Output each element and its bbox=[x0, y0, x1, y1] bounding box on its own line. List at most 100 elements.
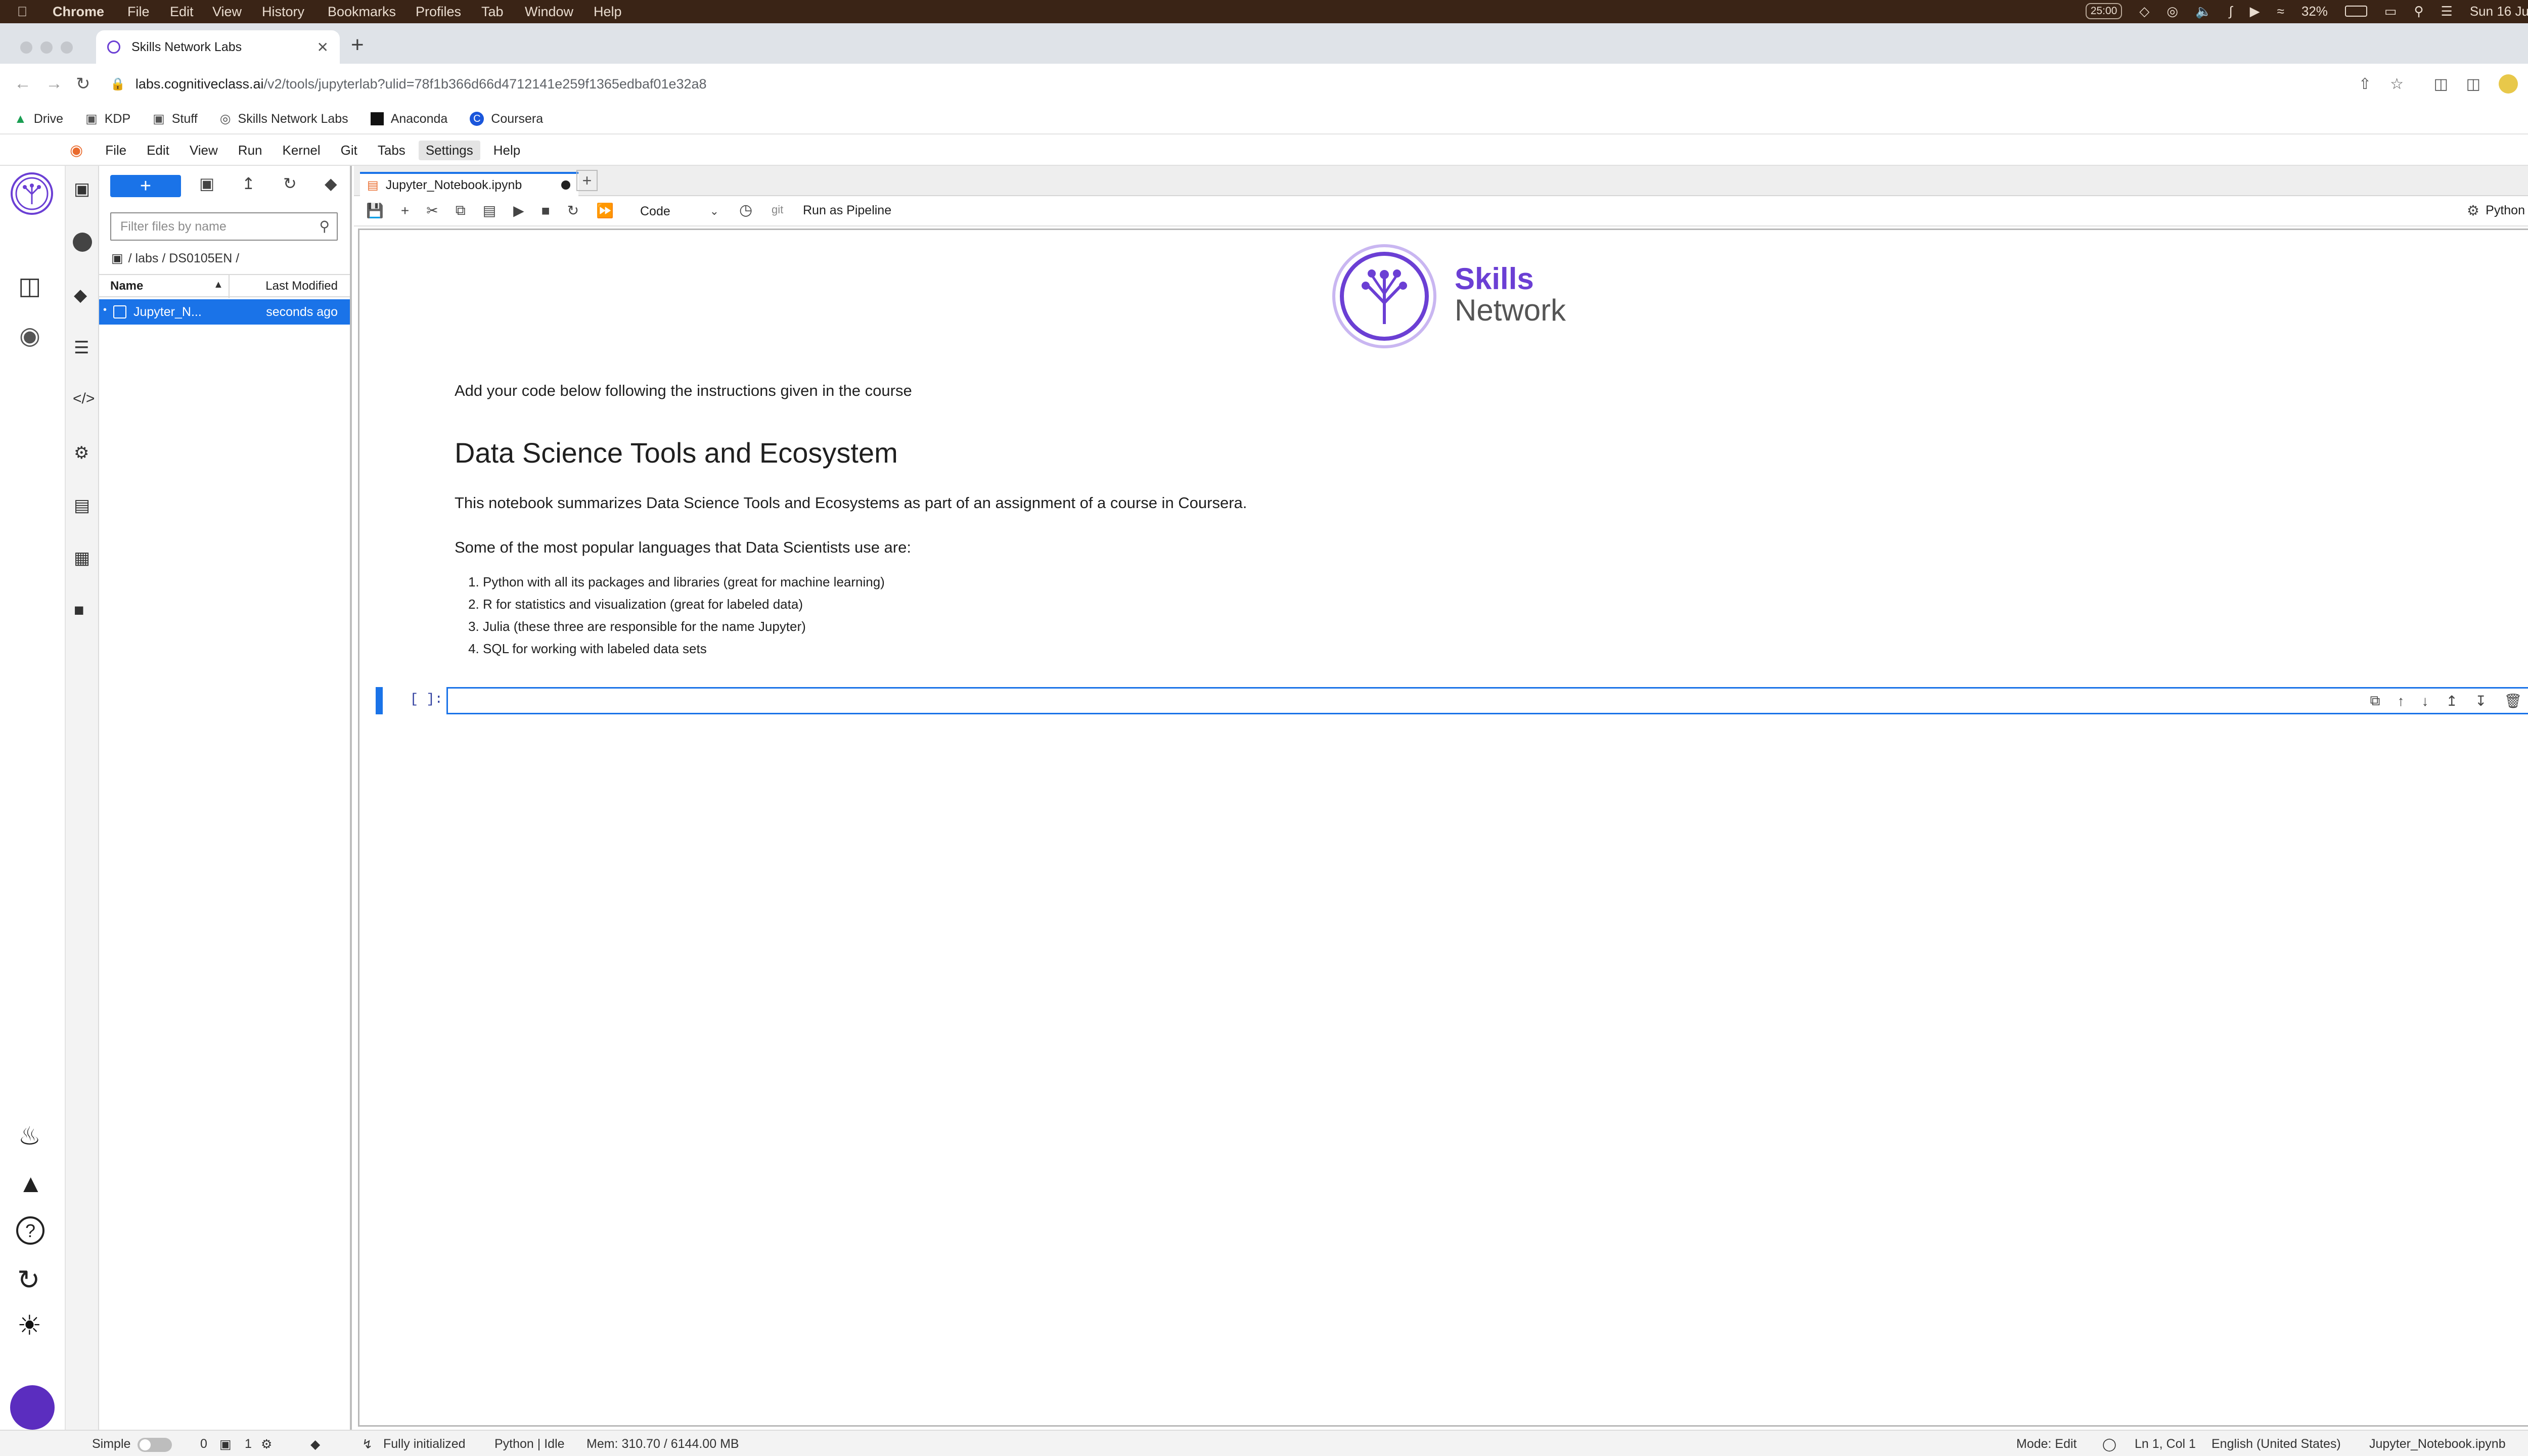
upload-icon[interactable]: ↥ bbox=[242, 174, 255, 193]
bookmark-skills-network-labs[interactable]: ◎ Skills Network Labs bbox=[220, 111, 348, 126]
timer-badge[interactable]: 25:00 bbox=[2085, 3, 2123, 19]
table-of-contents-icon[interactable]: ☰ bbox=[74, 338, 89, 358]
fast-forward-icon[interactable]: ⏩ bbox=[596, 202, 614, 219]
kernel-name[interactable]: Python bbox=[2486, 203, 2525, 218]
restart-icon[interactable]: ↻ bbox=[567, 202, 579, 219]
search-icon[interactable]: ⚲ bbox=[2414, 4, 2423, 19]
back-arrow-icon[interactable]: ← bbox=[14, 74, 31, 94]
battery-icon[interactable] bbox=[2344, 6, 2367, 17]
save-icon[interactable]: 💾 bbox=[366, 202, 384, 219]
move-up-icon[interactable]: ↑ bbox=[2398, 693, 2405, 709]
menubar-edit[interactable]: Edit bbox=[170, 4, 194, 20]
wifi-icon[interactable]: ≈ bbox=[2277, 4, 2284, 19]
bookmark-drive[interactable]: ▲ Drive bbox=[14, 112, 63, 126]
menubar-view[interactable]: View bbox=[212, 4, 242, 20]
menubar-app-name[interactable]: Chrome bbox=[53, 4, 104, 20]
code-cell-editor[interactable]: ⧉ ↑ ↓ ↥ ↧ 🗑 bbox=[446, 687, 2528, 714]
lightbulb-icon[interactable]: ◉ bbox=[19, 322, 40, 350]
tab-close-icon[interactable]: ✕ bbox=[317, 39, 329, 56]
jupyter-menu-git[interactable]: Git bbox=[334, 141, 365, 160]
extensions-icon[interactable]: ◫ bbox=[2434, 75, 2448, 93]
jupyter-menu-view[interactable]: View bbox=[183, 141, 225, 160]
property-inspector-icon[interactable]: ▤ bbox=[74, 495, 90, 516]
new-launcher-button[interactable]: + bbox=[110, 175, 181, 197]
cut-icon[interactable]: ✂ bbox=[426, 202, 438, 219]
insert-cell-icon[interactable]: + bbox=[401, 203, 409, 219]
editor-mode[interactable]: Mode: Edit bbox=[2016, 1437, 2077, 1451]
bookmark-coursera[interactable]: C Coursera bbox=[470, 112, 543, 126]
git-clone-icon[interactable]: ◆ bbox=[325, 174, 337, 193]
skills-network-logo-icon[interactable] bbox=[10, 172, 54, 215]
apple-icon[interactable]:  bbox=[17, 4, 27, 20]
settings-gear-icon[interactable]: ⚙ bbox=[74, 443, 89, 463]
terminals-count[interactable]: 0 bbox=[200, 1437, 207, 1451]
jupyter-menu-settings[interactable]: Settings bbox=[418, 140, 480, 160]
extension-manager-icon[interactable]: ▦ bbox=[74, 548, 90, 568]
copy-icon[interactable]: ⧉ bbox=[456, 202, 466, 219]
menubar-help[interactable]: Help bbox=[594, 4, 622, 20]
share-icon[interactable]: ⇧ bbox=[2359, 75, 2371, 93]
unsaved-indicator-icon[interactable] bbox=[561, 180, 570, 190]
paste-icon[interactable]: ▤ bbox=[483, 202, 496, 219]
screen-mirroring-icon[interactable]: ▭ bbox=[2384, 4, 2397, 19]
new-folder-icon[interactable]: ▣ bbox=[199, 174, 214, 193]
user-avatar[interactable] bbox=[10, 1385, 55, 1430]
folder-icon[interactable]: ▣ bbox=[74, 179, 90, 199]
jupyter-menu-file[interactable]: File bbox=[98, 141, 133, 160]
menubar-profiles[interactable]: Profiles bbox=[416, 4, 461, 20]
jupyter-menu-run[interactable]: Run bbox=[231, 141, 269, 160]
kernel-settings-icon[interactable]: ⚙ bbox=[2467, 202, 2479, 219]
spellcheck-language[interactable]: English (United States) bbox=[2211, 1437, 2341, 1451]
menubar-datetime[interactable]: Sun 16 Jul 21:29 bbox=[2470, 4, 2528, 19]
file-list-item[interactable]: • Jupyter_N... seconds ago bbox=[99, 299, 350, 325]
column-modified-header[interactable]: Last Modified bbox=[265, 279, 338, 293]
volume-icon[interactable]: 🔈 bbox=[2195, 4, 2211, 19]
jupyter-menu-kernel[interactable]: Kernel bbox=[276, 141, 328, 160]
running-kernels-icon[interactable] bbox=[73, 233, 92, 252]
home-folder-icon[interactable]: ▣ bbox=[111, 251, 123, 266]
control-center-icon[interactable]: ☰ bbox=[2441, 4, 2453, 19]
menubar-tab[interactable]: Tab bbox=[481, 4, 504, 20]
git-branch-icon[interactable]: ◆ bbox=[310, 1437, 320, 1452]
new-launcher-tab-button[interactable]: + bbox=[576, 170, 598, 191]
reload-icon[interactable]: ↻ bbox=[76, 74, 91, 94]
status-icon[interactable]: ▶ bbox=[2250, 4, 2260, 19]
menubar-bookmarks[interactable]: Bookmarks bbox=[328, 4, 396, 20]
sync-icon[interactable]: ↻ bbox=[17, 1264, 40, 1296]
code-snippets-icon[interactable]: </> bbox=[73, 390, 95, 407]
browser-tab[interactable]: Skills Network Labs ✕ bbox=[96, 30, 340, 64]
jupyter-menu-help[interactable]: Help bbox=[486, 141, 527, 160]
chat-icon[interactable]: ◫ bbox=[18, 272, 41, 300]
breadcrumb-path[interactable]: / labs / DS0105EN / bbox=[128, 251, 240, 266]
window-minimize-button[interactable] bbox=[40, 41, 53, 54]
puzzle-icon[interactable]: ■ bbox=[74, 601, 84, 620]
window-zoom-button[interactable] bbox=[61, 41, 73, 54]
profile-avatar[interactable] bbox=[2499, 74, 2518, 94]
stop-icon[interactable]: ■ bbox=[541, 203, 550, 219]
status-icon[interactable]: ◇ bbox=[2139, 4, 2149, 19]
delete-cell-icon[interactable]: 🗑 bbox=[2504, 693, 2522, 709]
window-close-button[interactable] bbox=[20, 41, 32, 54]
filter-files-input[interactable]: Filter files by name ⚲ bbox=[110, 212, 338, 241]
notebook-tab[interactable]: ▤ Jupyter_Notebook.ipynb bbox=[360, 172, 578, 196]
git-icon[interactable]: ◆ bbox=[74, 285, 87, 305]
menubar-file[interactable]: File bbox=[127, 4, 150, 20]
column-name-header[interactable]: Name bbox=[110, 279, 143, 293]
refresh-icon[interactable]: ↻ bbox=[283, 174, 297, 193]
jupyter-menu-tabs[interactable]: Tabs bbox=[371, 141, 413, 160]
theme-sun-icon[interactable]: ☀ bbox=[17, 1309, 41, 1341]
menubar-history[interactable]: History bbox=[262, 4, 304, 20]
simple-mode-toggle[interactable] bbox=[138, 1438, 172, 1452]
insert-above-icon[interactable]: ↥ bbox=[2446, 693, 2458, 709]
help-icon[interactable]: ? bbox=[16, 1216, 44, 1245]
menubar-window[interactable]: Window bbox=[525, 4, 573, 20]
kernels-count[interactable]: 1 bbox=[245, 1437, 252, 1451]
git-diff-icon[interactable]: git bbox=[772, 203, 783, 216]
bookmark-stuff[interactable]: ▣ Stuff bbox=[153, 111, 198, 126]
side-panel-icon[interactable]: ◫ bbox=[2466, 75, 2480, 93]
duplicate-cell-icon[interactable]: ⧉ bbox=[2370, 693, 2380, 709]
forward-arrow-icon[interactable]: → bbox=[46, 74, 63, 94]
sort-ascending-icon[interactable]: ▲ bbox=[213, 279, 223, 291]
bookmark-kdp[interactable]: ▣ KDP bbox=[85, 111, 130, 126]
address-bar[interactable]: 🔒 labs.cognitiveclass.ai /v2/tools/jupyt… bbox=[106, 69, 2528, 99]
